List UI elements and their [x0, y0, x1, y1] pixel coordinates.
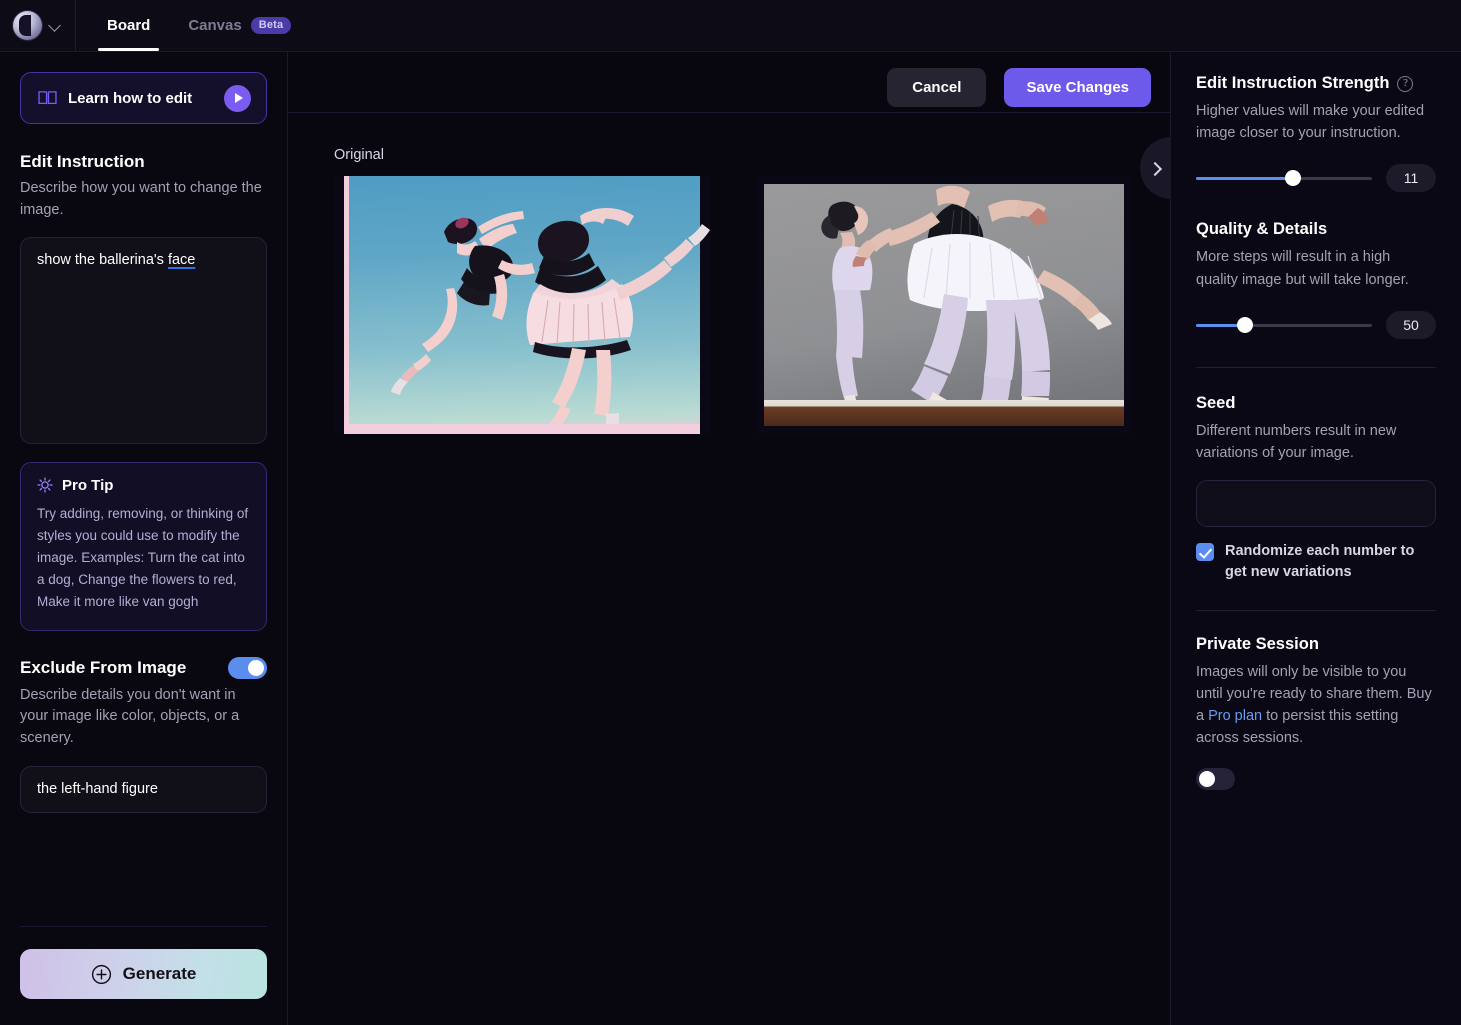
pro-tip-header: Pro Tip [37, 477, 250, 494]
image-row [334, 176, 1170, 434]
edit-instruction-title: Edit Instruction [20, 152, 145, 171]
original-image-label: Original [334, 147, 384, 163]
learn-banner-label: Learn how to edit [68, 89, 193, 107]
edit-instruction-input[interactable]: show the ballerina's face [20, 236, 267, 444]
quality-slider-row: 50 [1196, 310, 1436, 339]
seed-title: Seed [1196, 393, 1236, 412]
lightbulb-icon [37, 477, 53, 493]
tab-canvas[interactable]: Canvas Beta [169, 0, 310, 51]
quality-title-row: Quality & Details [1196, 220, 1436, 239]
chevron-down-icon[interactable] [49, 20, 61, 32]
strength-title: Edit Instruction Strength [1196, 74, 1390, 92]
tab-board-label: Board [107, 17, 151, 34]
save-changes-button[interactable]: Save Changes [1004, 68, 1151, 107]
photoreal-ballerinas-artwork [821, 185, 1112, 426]
strength-slider-fill [1196, 177, 1293, 181]
quality-description: More steps will result in a high quality… [1196, 249, 1409, 288]
center-canvas: Cancel Save Changes Original [288, 52, 1170, 1025]
help-icon[interactable]: ? [1397, 75, 1414, 92]
pro-tip-body: Try adding, removing, or thinking of sty… [37, 505, 249, 609]
cancel-button-label: Cancel [912, 79, 962, 96]
cancel-button[interactable]: Cancel [887, 68, 987, 107]
toggle-knob [1199, 770, 1215, 787]
exclude-from-image-description: Describe details you don't want in your … [20, 686, 240, 747]
seed-description: Different numbers result in new variatio… [1196, 422, 1397, 461]
private-session-title: Private Session [1196, 634, 1319, 653]
book-icon [38, 91, 57, 105]
right-settings-panel: Edit Instruction Strength ? Higher value… [1140, 52, 1461, 1025]
learn-how-to-edit-banner[interactable]: Learn how to edit [20, 72, 267, 124]
body-row: Learn how to edit Edit Instruction Descr… [0, 52, 1461, 1025]
brand-area [0, 0, 76, 51]
randomize-seed-checkbox[interactable] [1196, 543, 1214, 562]
left-sidebar: Learn how to edit Edit Instruction Descr… [0, 52, 288, 1025]
strength-slider[interactable] [1196, 170, 1372, 187]
generate-footer: Generate [20, 926, 267, 1025]
tab-canvas-label: Canvas [188, 17, 242, 34]
edit-instruction-description: Describe how you want to change the imag… [20, 180, 262, 218]
exclude-from-image-toggle[interactable] [228, 656, 267, 679]
play-icon[interactable] [224, 84, 251, 112]
private-session-toggle[interactable] [1196, 767, 1235, 790]
seed-input[interactable] [1196, 480, 1436, 528]
edit-instruction-value: show the ballerina's [37, 251, 168, 268]
edited-image-card[interactable] [756, 176, 1132, 434]
beta-badge: Beta [250, 17, 292, 34]
original-image-card[interactable] [334, 176, 710, 434]
exclude-from-image-row: Exclude From Image [20, 656, 267, 679]
quality-value[interactable]: 50 [1386, 310, 1436, 339]
app-logo-icon[interactable] [13, 11, 42, 40]
app-root: Board Canvas Beta Learn how to edit Edit… [0, 0, 1461, 1025]
randomize-seed-row[interactable]: Randomize each number to get new variati… [1196, 541, 1436, 584]
main-tabs: Board Canvas Beta [76, 0, 310, 51]
save-changes-label: Save Changes [1026, 79, 1129, 96]
strength-title-row: Edit Instruction Strength ? [1196, 74, 1436, 93]
quality-slider[interactable] [1196, 316, 1372, 333]
edit-instruction-misspelled-word: face [167, 251, 196, 268]
exclude-from-image-value: the left-hand figure [37, 781, 158, 798]
generate-button[interactable]: Generate [20, 949, 267, 999]
strength-slider-row: 11 [1196, 164, 1436, 193]
chevron-right-icon [1150, 163, 1161, 174]
strength-slider-thumb[interactable] [1284, 170, 1301, 187]
exclude-from-image-input[interactable]: the left-hand figure [20, 765, 267, 813]
generate-button-label: Generate [122, 964, 197, 983]
top-bar: Board Canvas Beta [0, 0, 1461, 52]
anime-ballerinas-artwork [391, 208, 710, 430]
randomize-seed-label: Randomize each number to get new variati… [1225, 543, 1415, 581]
image-comparison-area: Original [288, 112, 1170, 1025]
divider-2 [1196, 609, 1436, 611]
pro-tip-card: Pro Tip Try adding, removing, or thinkin… [20, 461, 267, 631]
original-image[interactable] [334, 176, 710, 434]
quality-slider-thumb[interactable] [1237, 316, 1254, 333]
toggle-knob [248, 659, 264, 676]
divider-1 [1196, 366, 1436, 368]
strength-value[interactable]: 11 [1386, 164, 1436, 193]
quality-title: Quality & Details [1196, 220, 1328, 239]
private-session-description: Images will only be visible to you until… [1196, 661, 1436, 750]
plus-circle-icon [91, 964, 111, 984]
center-action-bar: Cancel Save Changes [887, 68, 1151, 107]
pro-tip-title: Pro Tip [62, 476, 114, 494]
edited-image[interactable] [756, 176, 1132, 434]
exclude-from-image-title: Exclude From Image [20, 657, 187, 677]
strength-description: Higher values will make your edited imag… [1196, 103, 1425, 142]
tab-board[interactable]: Board [88, 0, 169, 51]
pro-plan-link[interactable]: Pro plan [1208, 708, 1262, 724]
